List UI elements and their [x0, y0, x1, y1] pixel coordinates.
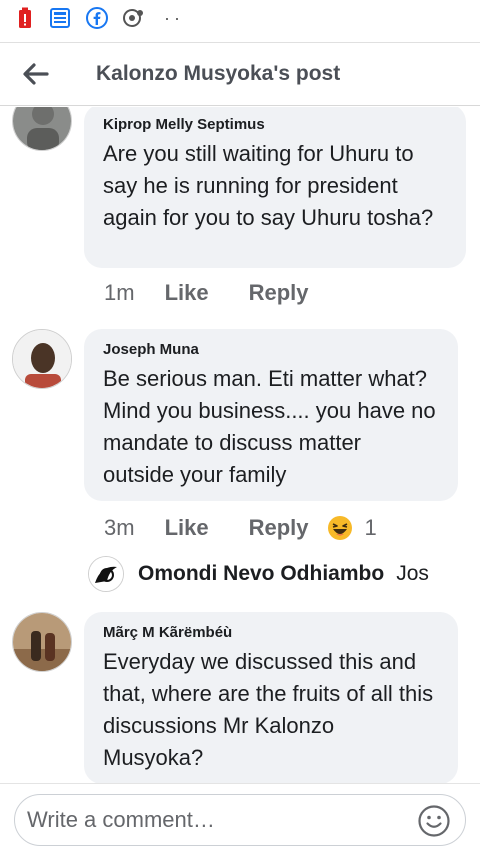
emoji-picker-icon[interactable]	[417, 804, 451, 838]
comments-list[interactable]: Kiprop Melly Septimus Are you still wait…	[0, 107, 480, 783]
comment-bubble[interactable]: Joseph Muna Be serious man. Eti matter w…	[84, 329, 458, 501]
reaction-summary[interactable]: 1	[327, 515, 377, 541]
comment-author[interactable]: Kiprop Melly Septimus	[103, 116, 446, 134]
comment-author[interactable]: Joseph Muna	[103, 341, 438, 359]
comment-text: Are you still waiting for Uhuru to say h…	[103, 141, 434, 230]
comment-time[interactable]: 1m	[104, 280, 135, 306]
comment-text: Everyday we discussed this and that, whe…	[103, 649, 434, 770]
comment-actions: 1m Like Reply	[104, 280, 349, 306]
like-button[interactable]: Like	[165, 280, 209, 306]
page-title: Kalonzo Musyoka's post	[96, 62, 341, 85]
avatar[interactable]	[12, 329, 72, 389]
news-icon	[50, 7, 72, 29]
avatar[interactable]	[88, 556, 124, 592]
comment-bubble[interactable]: Mãrç M Kãrëmbéù Everyday we discussed th…	[84, 612, 458, 783]
comment-actions: 3m Like Reply 1	[104, 515, 377, 541]
facebook-icon	[86, 7, 108, 29]
avatar[interactable]	[12, 612, 72, 672]
more-notifications-icon: ··	[164, 7, 184, 28]
comment-input-container[interactable]	[14, 794, 466, 846]
reaction-count: 1	[364, 515, 377, 540]
comment-author[interactable]: Mãrç M Kãrëmbéù	[103, 624, 438, 642]
reply-author[interactable]: Omondi Nevo Odhiambo	[138, 562, 384, 586]
haha-emoji-icon	[327, 516, 352, 540]
comment-bubble[interactable]: Kiprop Melly Septimus Are you still wait…	[84, 107, 466, 268]
back-button[interactable]	[0, 42, 72, 106]
avatar[interactable]	[12, 107, 72, 151]
reply-button[interactable]: Reply	[249, 280, 309, 306]
reply-button[interactable]: Reply	[249, 515, 309, 541]
back-arrow-icon	[23, 63, 49, 85]
comment-time[interactable]: 3m	[104, 515, 135, 541]
status-bar: ··	[0, 0, 480, 36]
battery-alert-icon	[14, 7, 36, 29]
comment-composer	[0, 783, 480, 854]
like-button[interactable]: Like	[165, 515, 209, 541]
reply-preview-row[interactable]: Omondi Nevo Odhiambo Jos	[88, 556, 458, 592]
comment-text: Be serious man. Eti matter what? Mind yo…	[103, 366, 436, 487]
reply-preview-text: Jos	[396, 562, 429, 585]
comment-input[interactable]	[27, 807, 407, 833]
messenger-icon	[122, 7, 144, 29]
post-header: Kalonzo Musyoka's post	[0, 42, 480, 106]
